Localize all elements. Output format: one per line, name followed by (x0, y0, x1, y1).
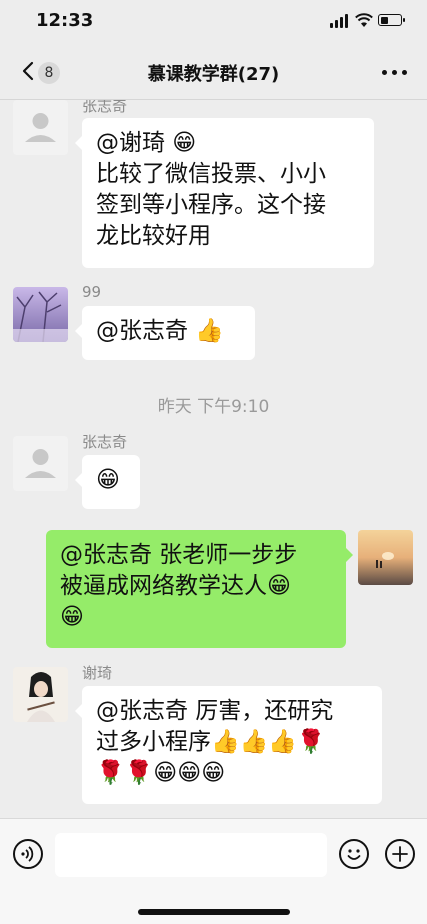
message-line: 龙比较好用 (96, 223, 211, 249)
plus-icon[interactable] (385, 839, 415, 869)
message-bubble[interactable]: @张志奇 👍 (75, 306, 255, 360)
chat-title: 慕课教学群(27) (147, 64, 280, 85)
signal-icon (330, 14, 350, 28)
battery-level (380, 16, 388, 24)
battery-icon (378, 14, 405, 26)
sender-name: 谢琦 (82, 664, 113, 682)
message-line: @张志奇 👍 (96, 318, 224, 344)
message-input[interactable] (55, 833, 327, 877)
wifi-icon (355, 13, 373, 27)
avatar[interactable] (13, 436, 68, 491)
message-bubble[interactable]: @张志奇 厉害，还研究 过多小程序👍👍👍🌹 🌹🌹😁😁😁 (75, 686, 382, 804)
voice-icon[interactable] (13, 839, 43, 869)
message-line: 过多小程序👍👍👍🌹 (96, 729, 326, 755)
avatar[interactable] (13, 287, 68, 342)
message-line: 😁 (96, 467, 120, 493)
message-bubble[interactable]: @谢琦 😁 比较了微信投票、小小 签到等小程序。这个接 龙比较好用 (75, 118, 374, 268)
sender-name: 张志奇 (82, 433, 128, 451)
message-bubble[interactable]: @张志奇 张老师一步步 被逼成网络教学达人😁 😁 (46, 530, 353, 648)
message-line: 🌹🌹😁😁😁 (96, 760, 226, 786)
more-icon[interactable] (382, 70, 407, 75)
sender-name: 99 (82, 283, 102, 301)
status-time: 12:33 (36, 10, 94, 31)
input-bar (0, 818, 427, 924)
message-line: 😁 (60, 604, 84, 630)
message-line: @谢琦 😁 (96, 130, 197, 156)
emoji-icon[interactable] (339, 839, 369, 869)
avatar[interactable] (358, 530, 413, 585)
status-bar: 12:33 (0, 0, 427, 44)
home-indicator[interactable] (138, 909, 290, 915)
avatar[interactable] (13, 100, 68, 155)
message-line: @张志奇 张老师一步步 (60, 542, 298, 568)
message-line: 比较了微信投票、小小 (96, 161, 326, 187)
message-bubble[interactable]: 😁 (75, 455, 140, 509)
avatar[interactable] (13, 667, 68, 722)
message-line: @张志奇 厉害，还研究 (96, 698, 334, 724)
chat-message-list[interactable]: 张志奇 @谢琦 😁 比较了微信投票、小小 签到等小程序。这个接 龙比较好用 99… (0, 100, 427, 818)
nav-bar: 8 慕课教学群(27) (0, 44, 427, 100)
sender-name: 张志奇 (82, 100, 128, 115)
timestamp: 昨天 下午9:10 (157, 397, 270, 417)
message-line: 签到等小程序。这个接 (96, 192, 326, 218)
message-line: 被逼成网络教学达人😁 (60, 573, 291, 599)
